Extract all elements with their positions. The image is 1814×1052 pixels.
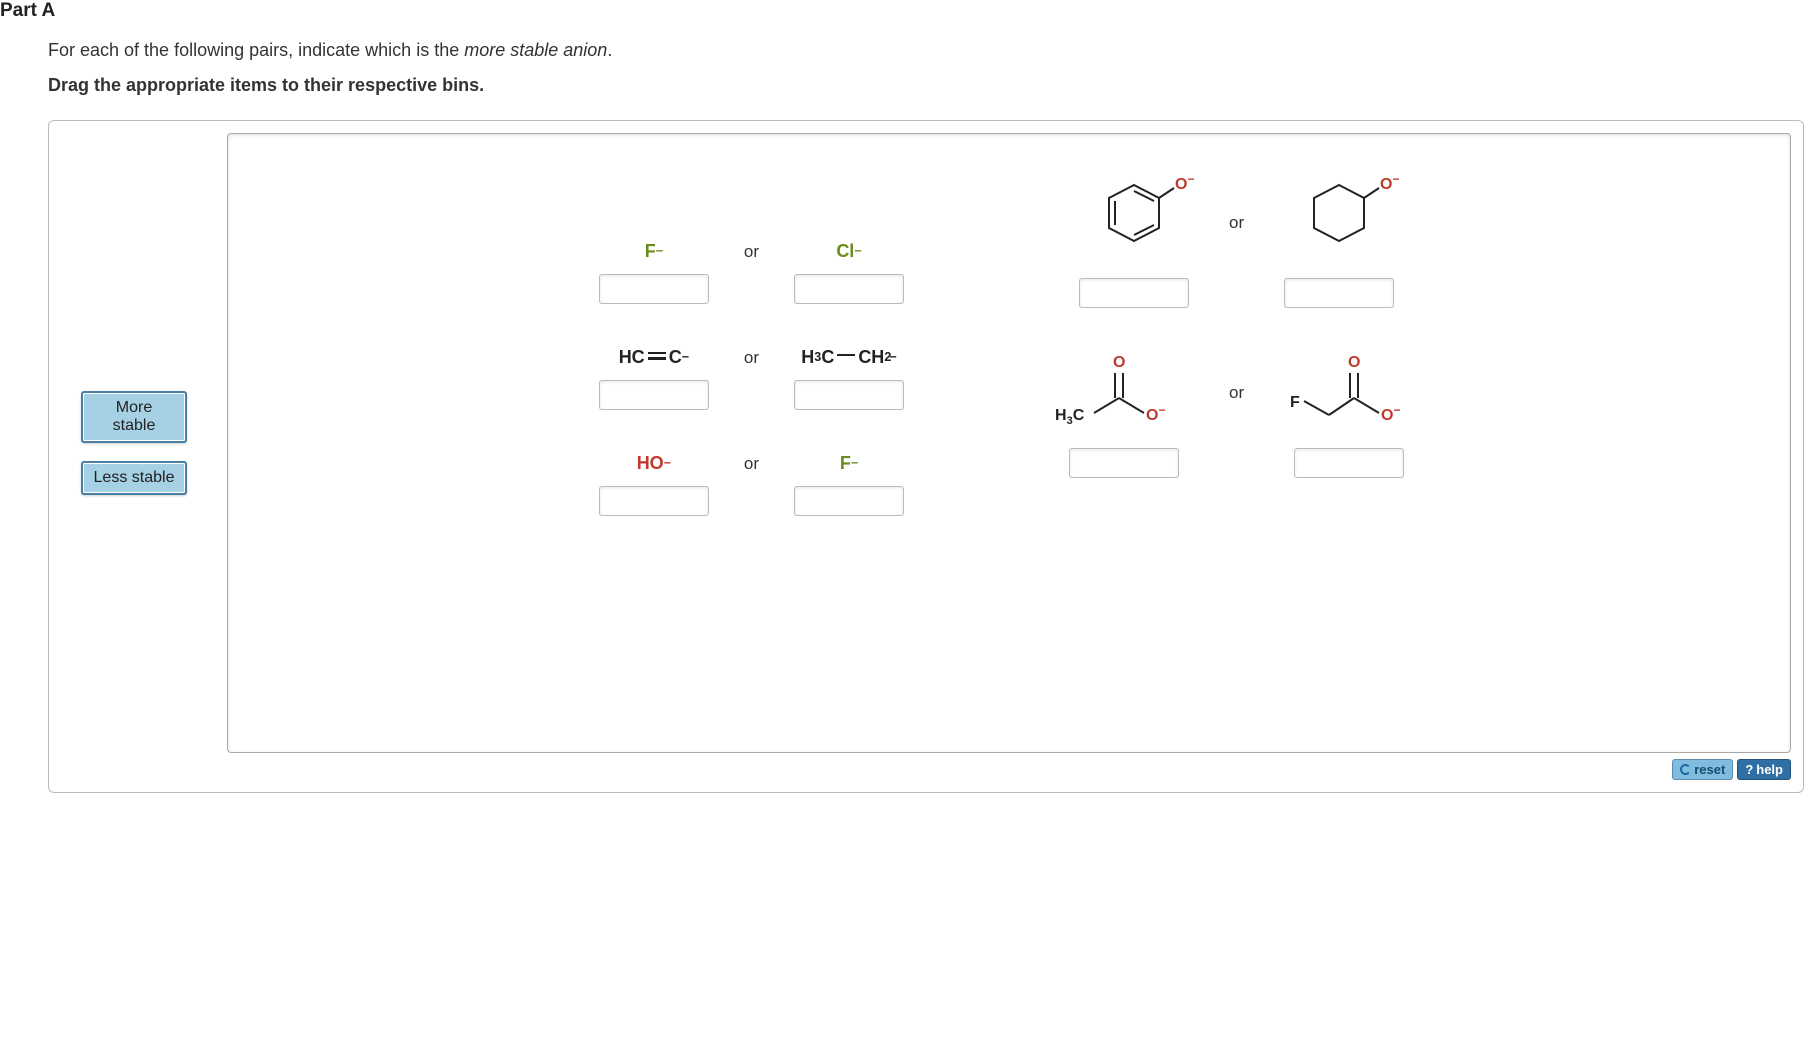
pair-row: H3C O O− or bbox=[1049, 348, 1424, 478]
formula-F-minus-2: F− bbox=[840, 450, 858, 476]
reset-icon bbox=[1680, 764, 1691, 775]
activity-panel: More stable Less stable F− or Cl− bbox=[48, 120, 1804, 793]
pair-item-ethyl-anion[interactable]: H3CCH2− bbox=[789, 344, 909, 410]
pair-item-F-minus-2[interactable]: F− bbox=[789, 450, 909, 516]
formula-ethyl-anion: H3CCH2− bbox=[801, 344, 896, 370]
structure-cyclohexoxide: O− bbox=[1274, 178, 1404, 268]
dropzone[interactable] bbox=[599, 486, 709, 516]
question-emphasis: more stable anion bbox=[464, 40, 607, 60]
pair-item-acetylide[interactable]: HCC− bbox=[594, 344, 714, 410]
reset-button[interactable]: reset bbox=[1672, 759, 1733, 780]
dropzone[interactable] bbox=[1294, 448, 1404, 478]
structure-fluoroacetate: F O O− bbox=[1274, 348, 1424, 438]
or-label: or bbox=[1223, 213, 1250, 233]
pair-item-acetate[interactable]: H3C O O− bbox=[1049, 348, 1199, 478]
help-icon: ? bbox=[1745, 762, 1753, 777]
pair-item-cyclohexoxide[interactable]: O− bbox=[1274, 178, 1404, 308]
svg-text:O−: O− bbox=[1175, 173, 1194, 193]
pair-row: HO− or F− bbox=[594, 450, 909, 516]
svg-text:O−: O− bbox=[1380, 173, 1399, 193]
dropzone[interactable] bbox=[599, 380, 709, 410]
structure-phenoxide: O− bbox=[1069, 178, 1199, 268]
drag-canvas[interactable]: F− or Cl− HCC− bbox=[227, 133, 1791, 753]
structure-acetate: H3C O O− bbox=[1049, 348, 1199, 438]
pair-row: F− or Cl− bbox=[594, 238, 909, 304]
svg-text:O−: O− bbox=[1146, 403, 1165, 424]
question-text: For each of the following pairs, indicat… bbox=[48, 40, 1814, 61]
formula-Cl-minus: Cl− bbox=[836, 238, 861, 264]
svg-text:O: O bbox=[1348, 354, 1360, 371]
pair-item-Cl-minus[interactable]: Cl− bbox=[789, 238, 909, 304]
dropzone[interactable] bbox=[794, 274, 904, 304]
right-pairs: O− or O− bbox=[1049, 178, 1424, 478]
bin-more-stable[interactable]: More stable bbox=[81, 391, 187, 443]
or-label: or bbox=[1223, 383, 1250, 403]
pair-row: O− or O− bbox=[1049, 178, 1424, 308]
pair-item-fluoroacetate[interactable]: F O O− bbox=[1274, 348, 1424, 478]
pair-item-F-minus[interactable]: F− bbox=[594, 238, 714, 304]
pair-item-HO-minus[interactable]: HO− bbox=[594, 450, 714, 516]
svg-text:F: F bbox=[1290, 394, 1300, 411]
help-button[interactable]: ? help bbox=[1737, 759, 1791, 780]
instruction-text: Drag the appropriate items to their resp… bbox=[48, 75, 1814, 96]
or-label: or bbox=[738, 242, 765, 262]
help-label: help bbox=[1756, 762, 1783, 777]
dropzone[interactable] bbox=[1069, 448, 1179, 478]
dropzone[interactable] bbox=[1284, 278, 1394, 308]
footer-buttons: reset ? help bbox=[61, 759, 1791, 780]
formula-F-minus: F− bbox=[645, 238, 663, 264]
part-header: Part A bbox=[0, 0, 1814, 40]
bin-column: More stable Less stable bbox=[81, 391, 187, 495]
svg-text:H3C: H3C bbox=[1055, 407, 1085, 427]
dropzone[interactable] bbox=[794, 380, 904, 410]
dropzone[interactable] bbox=[599, 274, 709, 304]
question-suffix: . bbox=[607, 40, 612, 60]
dropzone[interactable] bbox=[794, 486, 904, 516]
or-label: or bbox=[738, 348, 765, 368]
question-prefix: For each of the following pairs, indicat… bbox=[48, 40, 464, 60]
svg-text:O: O bbox=[1113, 354, 1125, 371]
triple-bond-icon bbox=[648, 352, 666, 360]
or-label: or bbox=[738, 454, 765, 474]
bin-less-stable[interactable]: Less stable bbox=[81, 461, 187, 495]
dropzone[interactable] bbox=[1079, 278, 1189, 308]
single-bond-icon bbox=[837, 354, 855, 356]
left-pairs: F− or Cl− HCC− bbox=[594, 238, 909, 516]
formula-acetylide: HCC− bbox=[619, 344, 689, 370]
svg-text:O−: O− bbox=[1381, 403, 1400, 424]
pair-row: HCC− or H3CCH2− bbox=[594, 344, 909, 410]
formula-HO-minus: HO− bbox=[637, 450, 671, 476]
pair-item-phenoxide[interactable]: O− bbox=[1069, 178, 1199, 308]
reset-label: reset bbox=[1694, 762, 1725, 777]
